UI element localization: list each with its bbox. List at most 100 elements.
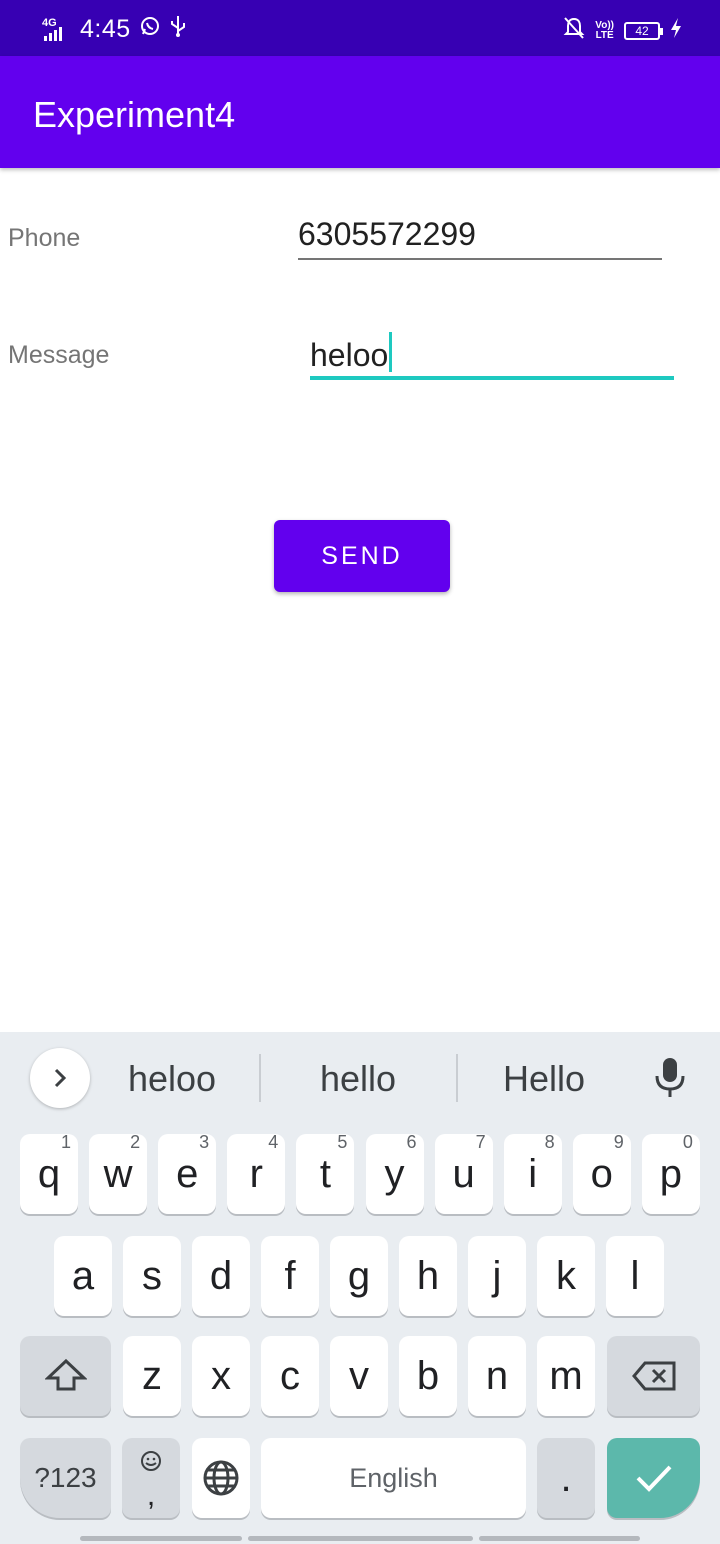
key-u[interactable]: u7	[434, 1132, 493, 1214]
status-bar: 4G 4:45 Vo)) LTE 42	[0, 0, 720, 56]
status-time: 4:45	[80, 15, 131, 43]
volte-icon: Vo)) LTE	[595, 20, 614, 41]
status-left: 4G 4:45	[42, 14, 187, 45]
notifications-off-icon	[563, 16, 585, 45]
phone-underline	[298, 258, 662, 260]
key-label: o	[590, 1152, 613, 1196]
key-d[interactable]: d	[192, 1236, 250, 1316]
key-label: b	[416, 1354, 440, 1398]
key-label: v	[349, 1354, 369, 1398]
key-hint: 4	[268, 1132, 279, 1152]
key-label: l	[630, 1254, 640, 1298]
status-right: Vo)) LTE 42	[563, 16, 682, 45]
shift-icon	[43, 1358, 88, 1391]
key-hint: 1	[60, 1132, 71, 1152]
key-hint: 0	[682, 1132, 693, 1152]
nav-handle-left	[80, 1536, 242, 1541]
usb-icon	[169, 14, 187, 45]
nav-handle-right	[479, 1536, 640, 1541]
key-label: k	[556, 1254, 576, 1298]
key-label: q	[37, 1152, 61, 1196]
suggestion-divider	[259, 1054, 261, 1102]
message-value: heloo	[310, 337, 389, 373]
whatsapp-icon	[139, 15, 161, 44]
symbols-key[interactable]: ?123	[20, 1438, 111, 1518]
done-key[interactable]	[607, 1438, 700, 1518]
chevron-right-icon	[54, 1068, 67, 1088]
key-l[interactable]: l	[606, 1236, 664, 1316]
battery-level: 42	[635, 23, 649, 38]
key-w[interactable]: w2	[89, 1132, 148, 1214]
key-z[interactable]: z	[123, 1336, 181, 1416]
key-label: e	[176, 1152, 199, 1196]
key-i[interactable]: i8	[503, 1132, 562, 1214]
expand-toolbar-button[interactable]	[30, 1048, 90, 1108]
phone-value: 6305572299	[298, 216, 476, 252]
key-b[interactable]: b	[399, 1336, 457, 1416]
key-h[interactable]: h	[399, 1236, 457, 1316]
key-label: a	[71, 1254, 95, 1298]
language-key[interactable]	[192, 1438, 250, 1518]
key-label: s	[142, 1254, 162, 1298]
backspace-key[interactable]	[607, 1336, 700, 1416]
key-o[interactable]: o9	[572, 1132, 631, 1214]
key-label: c	[280, 1354, 300, 1398]
key-k[interactable]: k	[537, 1236, 595, 1316]
app-bar: Experiment4	[0, 56, 720, 168]
message-field[interactable]: heloo	[310, 332, 393, 374]
key-y[interactable]: y6	[365, 1132, 424, 1214]
key-label: j	[492, 1254, 502, 1298]
key-j[interactable]: j	[468, 1236, 526, 1316]
key-p[interactable]: p0	[641, 1132, 700, 1214]
keyboard: heloo hello Hello ?123 , English . q1w2e…	[0, 1032, 720, 1544]
key-hint: 5	[337, 1132, 348, 1152]
key-label: m	[549, 1354, 583, 1398]
key-label: z	[142, 1354, 162, 1398]
key-e[interactable]: e3	[158, 1132, 217, 1214]
key-hint: 7	[475, 1132, 486, 1152]
key-n[interactable]: n	[468, 1336, 526, 1416]
key-label: x	[211, 1354, 231, 1398]
key-label: d	[209, 1254, 233, 1298]
key-hint: 2	[130, 1132, 141, 1152]
comma-label: ,	[146, 1479, 156, 1512]
key-label: i	[528, 1152, 538, 1196]
key-label: y	[384, 1152, 405, 1196]
send-button[interactable]: SEND	[274, 520, 450, 592]
mic-icon[interactable]	[652, 1056, 688, 1105]
suggestion-2[interactable]: hello	[268, 1058, 448, 1100]
suggestion-3[interactable]: Hello	[454, 1058, 634, 1100]
space-key[interactable]: English	[261, 1438, 526, 1518]
key-g[interactable]: g	[330, 1236, 388, 1316]
key-hint: 9	[613, 1132, 624, 1152]
phone-field[interactable]: 6305572299	[298, 216, 476, 253]
key-label: p	[659, 1152, 683, 1196]
key-s[interactable]: s	[123, 1236, 181, 1316]
key-r[interactable]: r4	[227, 1132, 286, 1214]
key-label: r	[249, 1152, 263, 1196]
key-label: h	[416, 1254, 440, 1298]
key-t[interactable]: t5	[296, 1132, 355, 1214]
key-c[interactable]: c	[261, 1336, 319, 1416]
key-q[interactable]: q1	[20, 1132, 78, 1214]
globe-icon	[203, 1460, 239, 1496]
key-m[interactable]: m	[537, 1336, 595, 1416]
key-v[interactable]: v	[330, 1336, 388, 1416]
nav-handle-center	[248, 1536, 473, 1541]
text-caret	[389, 332, 393, 372]
shift-key[interactable]	[20, 1336, 111, 1416]
message-label: Message	[8, 341, 110, 369]
emoji-comma-key[interactable]: ,	[122, 1438, 180, 1518]
key-label: u	[452, 1152, 475, 1196]
phone-label: Phone	[8, 224, 81, 252]
period-key[interactable]: .	[537, 1438, 595, 1518]
key-hint: 8	[544, 1132, 555, 1152]
backspace-icon	[631, 1361, 675, 1391]
charging-icon	[670, 17, 682, 44]
key-a[interactable]: a	[54, 1236, 112, 1316]
key-f[interactable]: f	[261, 1236, 319, 1316]
key-label: t	[319, 1152, 331, 1196]
battery-icon: 42	[624, 21, 663, 40]
key-x[interactable]: x	[192, 1336, 250, 1416]
suggestion-1[interactable]: heloo	[82, 1058, 262, 1100]
